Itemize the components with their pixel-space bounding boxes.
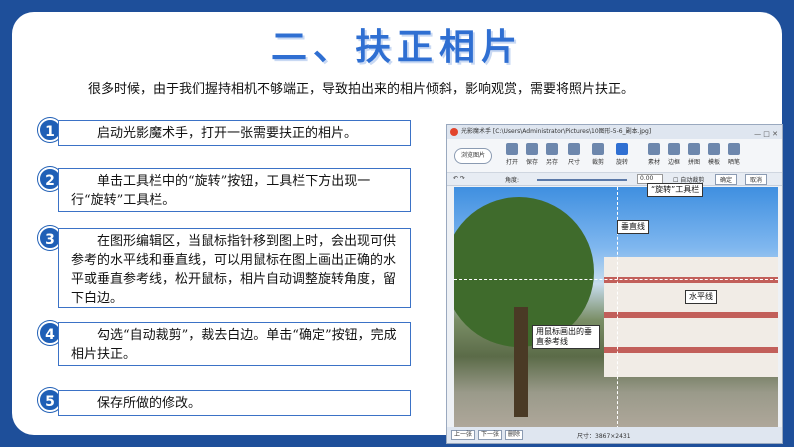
photo-building (604, 257, 778, 377)
photo-tree-trunk (514, 307, 528, 417)
annotation-vertical: 垂直线 (617, 220, 649, 234)
angle-label: 角度: (505, 177, 520, 184)
tool-open[interactable]: 打开 (501, 143, 523, 166)
tool-material[interactable]: 素材 (643, 143, 665, 166)
window-title: 光影魔术手 [C:\Users\Administrator\Pictures\1… (461, 128, 652, 135)
ok-button[interactable]: 确定 (715, 174, 738, 185)
delete-button[interactable]: 删除 (505, 430, 523, 440)
rotate-toolbar: ↶ ↷ 角度: 0.00 ☐ 自动裁剪 确定 取消 (447, 173, 782, 186)
crop-icon (592, 143, 604, 155)
tool-save-as[interactable]: 另存 (541, 143, 563, 166)
material-icon (648, 143, 660, 155)
step-1: 启动光影魔术手，打开一张需要扶正的相片。 (58, 120, 411, 146)
window-controls[interactable]: — □ ✕ (754, 127, 778, 139)
app-logo-icon (450, 128, 458, 136)
intro-paragraph: 很多时候，由于我们握持相机不够端正，导致拍出来的相片倾斜，影响观赏，需要将照片扶… (88, 82, 635, 97)
image-size: 尺寸：3867×2431 (577, 433, 631, 440)
step-2: 单击工具栏中的“旋转”按钮，工具栏下方出现一行“旋转”工具栏。 (58, 168, 411, 212)
annotation-rotate-toolbar: “旋转”工具栏 (647, 183, 704, 197)
step-5: 保存所做的修改。 (58, 390, 411, 416)
step-3: 在图形编辑区，当鼠标指针移到图上时，会出现可供参考的水平线和垂直线，可以用鼠标在… (58, 228, 411, 308)
browse-button[interactable]: 浏览图片 (454, 148, 492, 164)
tool-template[interactable]: 模板 (703, 143, 725, 166)
prev-button[interactable]: 上一张 (451, 430, 475, 440)
folder-icon (506, 143, 518, 155)
tool-collage[interactable]: 拼图 (683, 143, 705, 166)
main-toolbar: 浏览图片 打开 保存 另存 尺寸 裁剪 旋转 素材 边框 拼图 模板 晒笔 (447, 139, 782, 173)
horizontal-guide-line (454, 279, 778, 280)
window-titlebar: 光影魔术手 [C:\Users\Administrator\Pictures\1… (447, 125, 782, 139)
rotate-icon (616, 143, 628, 155)
status-bar: 上一张 下一张 删除 尺寸：3867×2431 (447, 427, 782, 443)
resize-icon (568, 143, 580, 155)
page-title: 二、扶正相片 (270, 26, 523, 68)
tool-border[interactable]: 边框 (663, 143, 685, 166)
tool-rotate[interactable]: 旋转 (611, 143, 633, 166)
cancel-button[interactable]: 取消 (745, 174, 768, 185)
tool-brush[interactable]: 晒笔 (723, 143, 745, 166)
next-button[interactable]: 下一张 (478, 430, 502, 440)
angle-slider[interactable] (537, 179, 627, 181)
annotation-horizontal: 水平线 (685, 290, 717, 304)
save-icon (526, 143, 538, 155)
tool-save[interactable]: 保存 (521, 143, 543, 166)
border-icon (668, 143, 680, 155)
undo-redo-icons[interactable]: ↶ ↷ (453, 175, 465, 182)
tool-crop[interactable]: 裁剪 (587, 143, 609, 166)
collage-icon (688, 143, 700, 155)
photo-canvas[interactable] (454, 187, 778, 429)
app-screenshot: 光影魔术手 [C:\Users\Administrator\Pictures\1… (446, 124, 783, 444)
save-as-icon (546, 143, 558, 155)
template-icon (708, 143, 720, 155)
tool-size[interactable]: 尺寸 (563, 143, 585, 166)
step-4: 勾选“自动裁剪”，裁去白边。单击“确定”按钮，完成相片扶正。 (58, 322, 411, 366)
annotation-drawn-line: 用鼠标画出的垂直参考线 (532, 325, 600, 349)
brush-icon (728, 143, 740, 155)
